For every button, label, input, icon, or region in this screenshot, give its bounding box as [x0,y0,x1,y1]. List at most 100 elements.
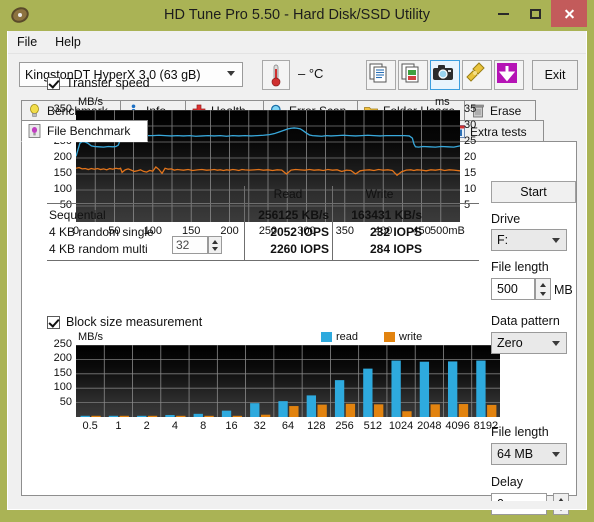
transfer-speed-checkbox[interactable]: Transfer speed [47,76,150,90]
file-benchmark-icon [27,124,42,139]
block-size-svg [76,345,500,417]
temperature-indicator [262,60,290,90]
legend-swatch-read [321,332,332,342]
minimize-icon [497,12,509,15]
exit-button[interactable]: Exit [532,60,578,90]
start-button[interactable]: Start [491,181,576,203]
options-button[interactable] [462,60,492,90]
bar-write-1 [119,415,129,417]
block-file-length-combo[interactable]: 64 MB [491,443,567,465]
bar-write-8 [204,415,214,417]
drive-combo-value: F: [497,233,509,247]
save-button[interactable] [494,60,524,90]
copy-text-button[interactable] [366,60,396,90]
chart2-ytick: 100 [53,381,72,394]
chart1-ylabel-right: ms [435,96,450,108]
chart1-ytick: 200 [53,151,72,163]
tab-file-benchmark[interactable]: File Benchmark [21,120,148,142]
drive-combo[interactable]: F: [491,229,567,251]
bar-write-512 [374,404,384,417]
spinner-down-icon[interactable] [212,247,218,251]
down-arrow-icon [497,63,517,83]
bar-read-4 [165,414,175,417]
bar-write-16 [232,415,243,417]
row-label-sequential: Sequential [49,208,106,222]
copy-image-button[interactable] [398,60,428,90]
block-size-label: Block size measurement [66,315,203,329]
block-size-chart: MB/s read write 250 200 150 100 50 0.5 1 2 4 8 16… [36,331,500,432]
data-pattern-label: Data pattern [491,314,560,328]
tab-erase-label: Erase [490,104,522,118]
row-label-random-single: 4 KB random single [49,225,154,239]
bar-read-8192 [476,360,486,417]
transfer-speed-label: Transfer speed [66,76,150,90]
bar-write-4096 [458,404,469,417]
column-header-write: Write [365,187,394,201]
chevron-down-icon [552,452,560,457]
column-header-read: Read [273,187,303,201]
plugs-icon [466,62,485,82]
data-pattern-combo[interactable]: Zero [491,332,567,354]
chart1-ytick-right: 30 [464,119,477,131]
close-button[interactable] [551,0,587,27]
chart2-ytick: 50 [59,395,72,408]
chart1-ytick: 350 [53,103,72,115]
file-length-unit: MB [554,283,573,297]
menu-bar: File Help [8,31,586,53]
file-length-input[interactable]: 500 [491,278,535,300]
bar-write-128 [317,404,327,417]
block-size-checkbox[interactable]: Block size measurement [47,315,202,329]
file-length-spinner[interactable] [535,278,551,300]
queue-depth-spinner[interactable] [208,236,222,254]
bar-read-2 [137,415,147,417]
results-table: Read Write Sequential 256125 KB/s 163431… [47,186,479,261]
bar-read-256 [334,380,345,417]
data-pattern-value: Zero [497,336,523,350]
chart2-ylabel: MB/s [78,331,104,343]
chart1-ylabel: MB/s [78,96,104,108]
bar-read-0.5 [80,415,90,417]
block-size-plot-area [76,345,500,417]
status-bar [7,501,587,510]
tab-file-benchmark-label: File Benchmark [47,124,131,138]
chart2-ytick: 150 [53,366,72,379]
delay-label: Delay [491,475,523,489]
bar-write-1024 [402,411,412,417]
checkbox-icon [47,315,60,329]
copy-text-icon [369,63,387,83]
random-multi-read-value: 2260 IOPS [270,242,329,256]
queue-depth-input[interactable]: 32 [172,236,208,254]
bar-read-64 [278,401,288,417]
spinner-up-icon[interactable] [212,240,218,244]
row-label-random-multi: 4 KB random multi [49,242,148,256]
menu-item-file[interactable]: File [8,33,46,51]
bar-read-128 [306,395,316,417]
bar-write-64 [289,406,299,417]
bar-read-16 [221,410,232,417]
file-length-label: File length [491,260,549,274]
bar-read-8 [193,413,203,417]
controls-panel: Start Drive F: File length 500 MB Data p… [488,144,583,515]
bar-write-2048 [430,404,440,417]
copy-image-icon [401,63,419,83]
bar-read-1 [108,415,119,417]
spinner-up-icon[interactable] [540,283,546,287]
screenshot-button[interactable] [430,60,460,90]
camera-icon [433,65,453,80]
bar-read-512 [363,368,373,417]
checkbox-icon [47,76,60,90]
chevron-down-icon [552,238,560,243]
maximize-button[interactable] [521,0,549,27]
minimize-button[interactable] [489,0,517,27]
random-single-write-value: 232 IOPS [369,225,422,239]
chevron-down-icon [227,71,235,76]
bar-read-4096 [447,361,458,417]
chart1-ytick-right: 35 [464,103,477,115]
random-multi-write-value: 284 IOPS [369,242,422,256]
random-single-read-value: 2052 IOPS [270,225,329,239]
menu-item-help[interactable]: Help [46,33,90,51]
chevron-down-icon [552,341,560,346]
bar-read-2048 [419,361,430,417]
thermometer-icon [271,64,281,87]
spinner-down-icon[interactable] [540,292,546,296]
